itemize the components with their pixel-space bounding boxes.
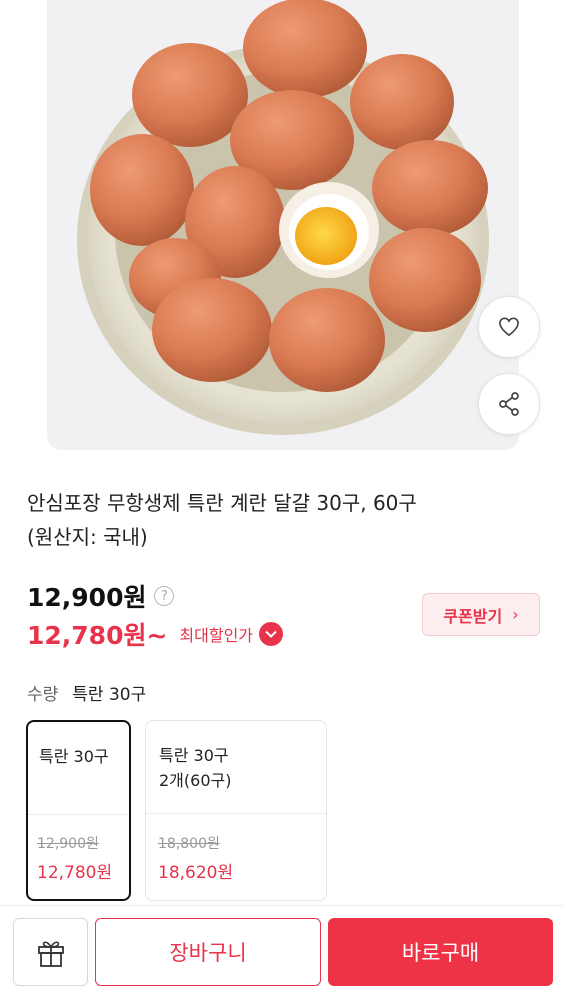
buy-now-button[interactable]: 바로구매	[328, 918, 553, 986]
chevron-down-icon[interactable]	[259, 622, 284, 646]
option-divider	[28, 814, 129, 815]
product-title-line2: (원산지: 국내)	[27, 525, 148, 549]
option-divider	[146, 813, 326, 814]
quantity-value: 특란 30구	[72, 685, 147, 705]
heart-icon	[499, 317, 519, 337]
gift-button[interactable]	[13, 918, 88, 986]
wishlist-button[interactable]	[478, 296, 540, 358]
share-button[interactable]	[478, 373, 540, 435]
option-sale-price: 18,620원	[158, 863, 234, 883]
option-sale-price: 12,780원	[37, 863, 113, 883]
eggs-illustration	[77, 0, 489, 435]
bottom-action-bar: 장바구니 바로구매	[0, 905, 563, 1000]
product-title: 안심포장 무항생제 특란 계란 달걀 30구, 60구 (원산지: 국내)	[27, 486, 527, 554]
quantity-row: 수량 특란 30구	[27, 680, 146, 705]
original-price: 12,900원	[27, 583, 147, 612]
product-title-line1: 안심포장 무항생제 특란 계란 달걀 30구, 60구	[27, 491, 417, 515]
share-icon	[499, 392, 519, 416]
gift-icon	[37, 941, 64, 967]
original-price-row: 12,900원 ?	[27, 578, 175, 614]
help-icon[interactable]: ?	[154, 586, 175, 606]
product-image[interactable]	[47, 0, 519, 450]
coupon-button[interactable]: 쿠폰받기 ›	[422, 593, 540, 636]
option-name: 특란 30구 2개(60구)	[159, 746, 232, 790]
sale-price-row: 12,780원~ 최대할인가	[27, 616, 284, 652]
quantity-label: 수량	[27, 685, 59, 705]
option-original-price: 12,900원	[37, 836, 99, 852]
chevron-right-icon: ›	[512, 605, 519, 624]
sale-price: 12,780원~	[27, 621, 168, 650]
cart-button[interactable]: 장바구니	[95, 918, 321, 986]
option-name: 특란 30구	[39, 747, 109, 766]
max-discount-label[interactable]: 최대할인가	[179, 622, 253, 646]
option-original-price: 18,800원	[158, 836, 220, 852]
cracked-egg	[279, 182, 379, 278]
coupon-label: 쿠폰받기	[443, 606, 503, 626]
